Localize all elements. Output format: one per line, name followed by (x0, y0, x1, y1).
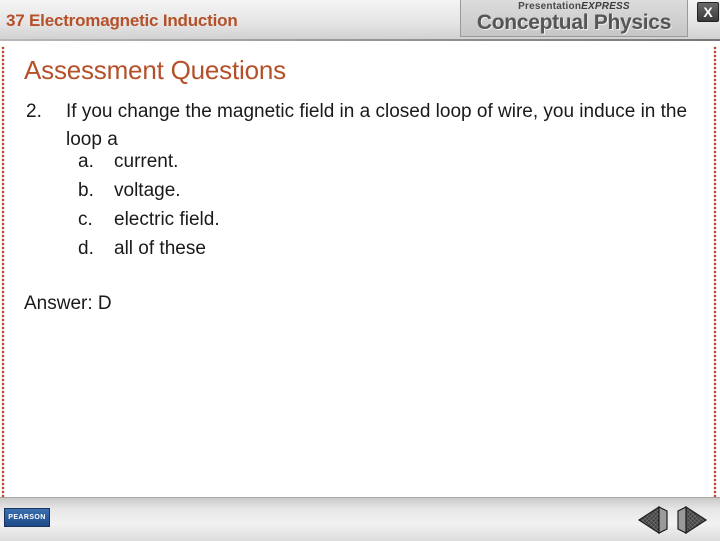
header-divider (0, 39, 720, 41)
previous-arrow-icon[interactable] (637, 505, 669, 535)
choice-letter: a. (78, 151, 94, 172)
brand-logo: PresentationEXPRESS Conceptual Physics (460, 0, 688, 37)
footer-bar (0, 497, 720, 541)
choice-text: electric field. (114, 209, 220, 230)
chapter-title: 37 Electromagnetic Induction (6, 11, 238, 31)
close-button[interactable]: X (697, 2, 719, 22)
chapter-number: 37 (6, 11, 25, 30)
slide-title: Assessment Questions (24, 55, 286, 85)
choice-text: all of these (114, 238, 206, 259)
choice-text: current. (114, 151, 179, 172)
choice-text: voltage. (114, 180, 181, 201)
next-arrow-icon[interactable] (676, 505, 708, 535)
choice-letter: d. (78, 238, 94, 259)
choice-letter: c. (78, 209, 93, 230)
answer-text: Answer: D (24, 293, 112, 314)
choice-a: a. current. (78, 148, 178, 176)
question-text: If you change the magnetic field in a cl… (66, 101, 688, 150)
choice-b: b. voltage. (78, 177, 181, 205)
choice-c: c. electric field. (78, 206, 220, 234)
choice-letter: b. (78, 180, 94, 201)
right-dotted-border (713, 46, 717, 498)
pearson-logo: PEARSON (4, 508, 50, 527)
left-dotted-border (1, 46, 5, 498)
choice-d: d. all of these (78, 235, 206, 263)
chapter-name: Electromagnetic Induction (29, 11, 238, 30)
brand-title: Conceptual Physics (476, 11, 672, 34)
question-number: 2. (26, 101, 42, 122)
